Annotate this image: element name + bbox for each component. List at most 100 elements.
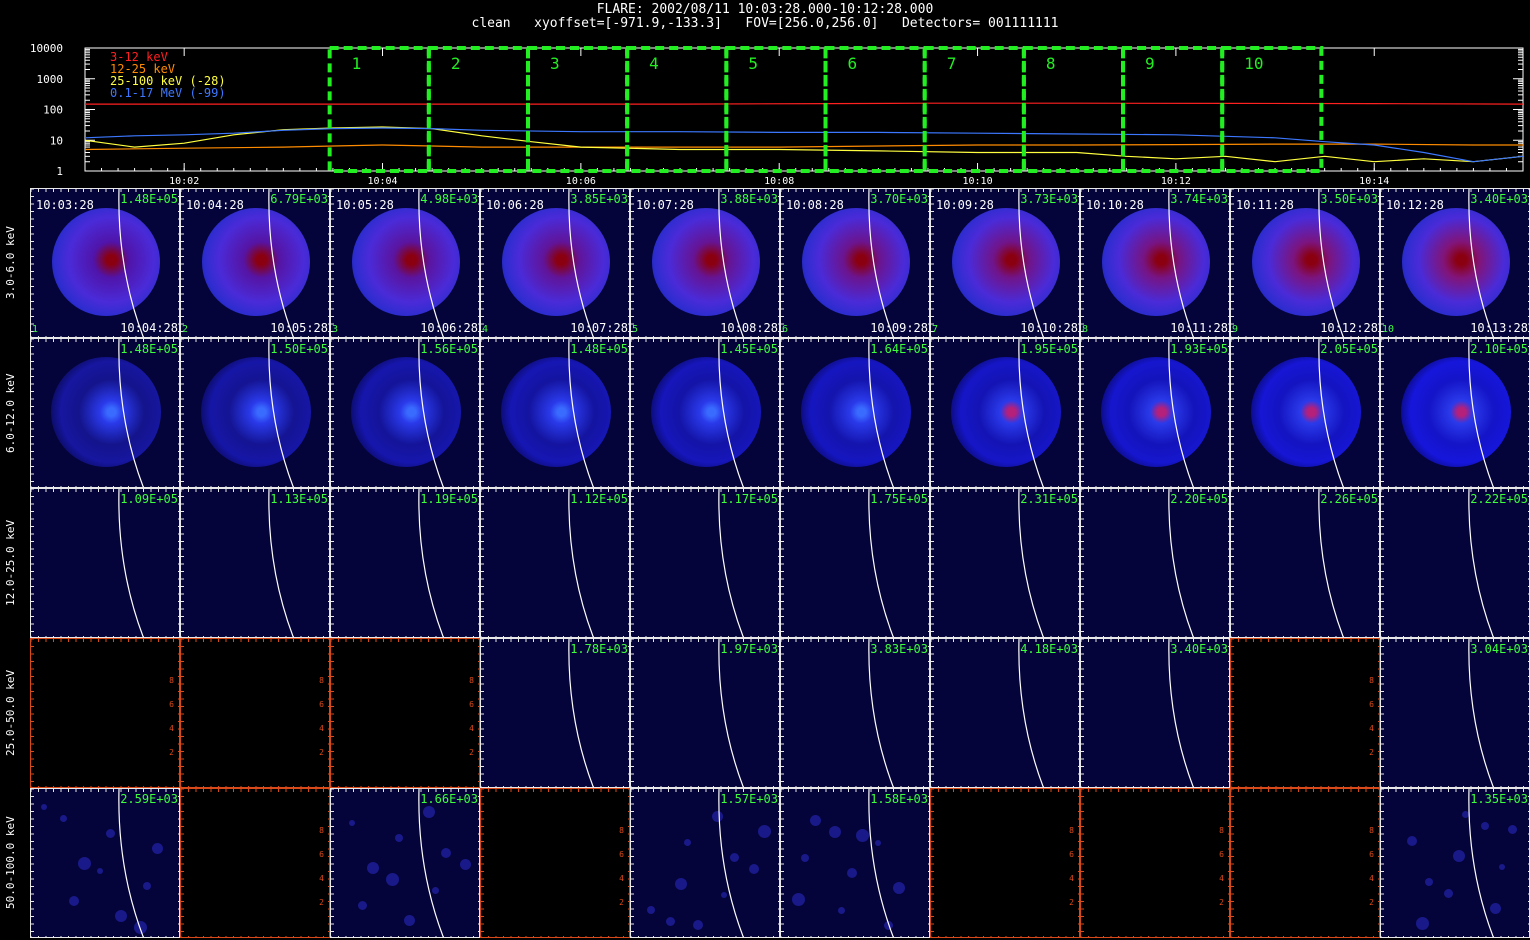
image-panel: 3.83E+03 — [780, 638, 930, 788]
peak-value: 3.40E+03 — [1170, 642, 1228, 656]
time-bin-index: 7 — [932, 324, 939, 335]
image-panel: 1.35E+03 — [1380, 788, 1530, 938]
image-panel: 1.48E+05 10:03:28 10:04:28 1 — [30, 188, 180, 338]
empty-panel: 2 4 6 8 — [1230, 638, 1380, 788]
peak-value: 1.19E+05 — [420, 492, 478, 506]
interval-box-3 — [526, 46, 630, 173]
peak-value: 1.75E+05 — [870, 492, 928, 506]
svg-text:6: 6 — [1219, 850, 1224, 859]
interval-box-4 — [625, 46, 729, 173]
svg-text:6: 6 — [1369, 700, 1374, 709]
svg-text:2: 2 — [319, 748, 324, 757]
panel-axis-ticks — [181, 489, 329, 637]
peak-value: 1.95E+05 — [1020, 342, 1078, 356]
image-panel: 1.19E+05 — [330, 488, 480, 638]
panel-axis-ticks: 2 4 6 8 — [181, 639, 329, 787]
panel-axis-ticks — [631, 489, 779, 637]
peak-value: 2.10E+05 — [1470, 342, 1528, 356]
panel-axis-ticks: 2 4 6 8 — [31, 639, 179, 787]
svg-text:4: 4 — [319, 874, 324, 883]
peak-value: 1.78E+03 — [570, 642, 628, 656]
peak-value: 4.18E+03 — [1020, 642, 1078, 656]
time-bin-index: 8 — [1082, 324, 1089, 335]
peak-value: 3.70E+03 — [870, 192, 928, 206]
svg-text:6: 6 — [619, 850, 624, 859]
image-panel: 3.74E+03 10:10:28 10:11:28 8 — [1080, 188, 1230, 338]
panel-axis-ticks — [781, 489, 929, 637]
time-bin-index: 6 — [782, 324, 789, 335]
interval-box-9 — [1121, 46, 1225, 173]
panel-axis-ticks — [1081, 639, 1229, 787]
time-bin-index: 4 — [482, 324, 489, 335]
svg-text:4: 4 — [1369, 874, 1374, 883]
svg-text:2: 2 — [619, 898, 624, 907]
panel-axis-ticks — [31, 789, 179, 937]
panel-axis-ticks — [481, 639, 629, 787]
image-panel: 1.97E+03 — [630, 638, 780, 788]
image-panel: 2.59E+03 — [30, 788, 180, 938]
time-bin-index: 3 — [332, 324, 339, 335]
x-tick-label: 10:14 — [1359, 176, 1389, 187]
image-panel: 1.56E+05 — [330, 338, 480, 488]
peak-value: 1.58E+03 — [870, 792, 928, 806]
image-panel: 3.50E+03 10:11:28 10:12:28 9 — [1230, 188, 1380, 338]
empty-panel: 2 4 6 8 — [30, 638, 180, 788]
peak-value: 2.31E+05 — [1020, 492, 1078, 506]
panel-axis-ticks — [631, 639, 779, 787]
image-panel: 1.75E+05 — [780, 488, 930, 638]
svg-text:6: 6 — [169, 700, 174, 709]
svg-text:6: 6 — [1369, 850, 1374, 859]
peak-value: 2.05E+05 — [1320, 342, 1378, 356]
interval-label-3: 3 — [550, 54, 560, 73]
time-start-label: 10:05:28 — [336, 198, 394, 212]
peak-value: 1.17E+05 — [720, 492, 778, 506]
panel-axis-ticks — [931, 339, 1079, 487]
y-tick-label: 1 — [56, 165, 63, 178]
time-end-label: 10:04:28 — [120, 321, 178, 335]
image-panel: 3.88E+03 10:07:28 10:08:28 5 — [630, 188, 780, 338]
svg-text:8: 8 — [469, 676, 474, 685]
panel-axis-ticks: 2 4 6 8 — [481, 789, 629, 937]
peak-value: 3.85E+03 — [570, 192, 628, 206]
peak-value: 1.66E+03 — [420, 792, 478, 806]
image-panel: 1.13E+05 — [180, 488, 330, 638]
image-panel: 1.64E+05 — [780, 338, 930, 488]
panel-axis-ticks — [481, 489, 629, 637]
peak-value: 2.26E+05 — [1320, 492, 1378, 506]
panel-axis-ticks — [31, 489, 179, 637]
panel-axis-ticks: 2 4 6 8 — [1081, 789, 1229, 937]
svg-text:6: 6 — [319, 700, 324, 709]
panel-axis-ticks — [31, 339, 179, 487]
svg-text:4: 4 — [319, 724, 324, 733]
image-panel: 4.98E+03 10:05:28 10:06:28 3 — [330, 188, 480, 338]
peak-value: 2.59E+03 — [120, 792, 178, 806]
empty-panel: 2 4 6 8 — [180, 788, 330, 938]
time-start-label: 10:12:28 — [1386, 198, 1444, 212]
interval-box-5 — [724, 46, 828, 173]
panel-axis-ticks — [1381, 489, 1529, 637]
image-panel: 1.58E+03 — [780, 788, 930, 938]
peak-value: 1.48E+05 — [570, 342, 628, 356]
peak-value: 1.45E+05 — [720, 342, 778, 356]
svg-text:8: 8 — [619, 826, 624, 835]
series-line-2 — [84, 143, 1523, 151]
peak-value: 3.40E+03 — [1470, 192, 1528, 206]
interval-box-2 — [426, 46, 531, 173]
peak-value: 6.79E+03 — [270, 192, 328, 206]
time-start-label: 10:06:28 — [486, 198, 544, 212]
lightcurve-chart: 1 10 100 1000 10000 10:02 10:04 10:06 10:08 10:10… — [30, 42, 1524, 187]
time-start-label: 10:04:28 — [186, 198, 244, 212]
svg-text:4: 4 — [169, 724, 174, 733]
peak-value: 3.88E+03 — [720, 192, 778, 206]
peak-value: 1.13E+05 — [270, 492, 328, 506]
time-bin-index: 5 — [632, 324, 639, 335]
y-tick-label: 10000 — [30, 42, 63, 55]
image-panel: 1.95E+05 — [930, 338, 1080, 488]
peak-value: 1.48E+05 — [120, 342, 178, 356]
peak-value: 1.57E+03 — [720, 792, 778, 806]
panel-axis-ticks: 2 4 6 8 — [1231, 639, 1379, 787]
peak-value: 1.12E+05 — [570, 492, 628, 506]
time-start-label: 10:10:28 — [1086, 198, 1144, 212]
svg-text:2: 2 — [1369, 898, 1374, 907]
peak-value: 3.73E+03 — [1020, 192, 1078, 206]
